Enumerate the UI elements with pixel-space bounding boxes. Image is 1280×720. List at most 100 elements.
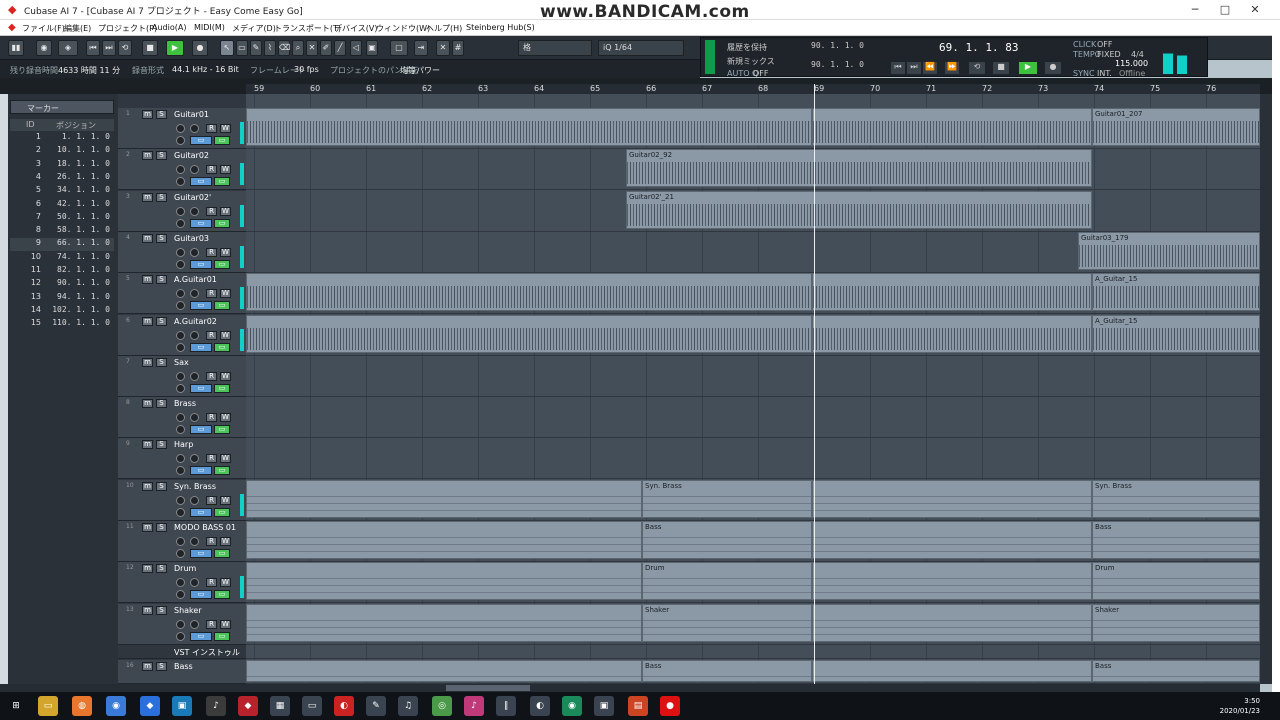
channel-button[interactable]: ▭	[214, 259, 230, 269]
read-automation-button[interactable]: R	[206, 454, 217, 464]
lane-button[interactable]: ▭	[190, 383, 212, 393]
audio-event[interactable]: A_Guitar_15	[1092, 314, 1260, 353]
edit-icon[interactable]	[176, 466, 185, 476]
midi-part[interactable]: Bass	[1092, 660, 1260, 682]
app-icon-10[interactable]: ◐	[334, 696, 354, 716]
audio-event[interactable]	[246, 314, 812, 353]
channel-button[interactable]: ▭	[214, 549, 230, 558]
audio-event[interactable]	[246, 108, 812, 146]
track-header[interactable]: 13 Shaker m S R W ▭ ▭	[118, 603, 246, 645]
transport-stop-button[interactable]: ■	[993, 62, 1009, 74]
goto-end-icon[interactable]: ⏭	[102, 40, 116, 56]
punch-out-position[interactable]: 90. 1. 1. 0	[811, 60, 864, 69]
midi-part[interactable]: Bass	[642, 660, 812, 682]
edit-icon[interactable]	[176, 383, 185, 393]
dropbox-icon[interactable]: ◆	[140, 696, 160, 716]
mute-button[interactable]: m	[142, 192, 153, 202]
record-enable-icon[interactable]	[176, 537, 185, 546]
mix-label[interactable]: 新規ミックス	[727, 56, 775, 67]
app-icon-16[interactable]: ◐	[530, 696, 550, 716]
cycle-toggle-icon[interactable]: ⟲	[969, 62, 985, 74]
mute-button[interactable]: m	[142, 605, 153, 615]
channel-button[interactable]: ▭	[214, 383, 230, 393]
monitor-icon[interactable]	[190, 619, 199, 629]
record-enable-icon[interactable]	[176, 413, 185, 423]
minimize-button[interactable]: ─	[1180, 0, 1210, 20]
read-automation-button[interactable]: R	[206, 619, 217, 629]
marker-header[interactable]: マーカー	[10, 100, 114, 114]
midi-part[interactable]	[812, 603, 1092, 642]
track-name[interactable]: Shaker	[174, 606, 202, 615]
erase-tool-icon[interactable]: ⌫	[278, 40, 290, 56]
midi-part[interactable]	[246, 479, 642, 518]
midi-part[interactable]: Drum	[1092, 562, 1260, 601]
automation-icon[interactable]: ◈	[58, 40, 78, 56]
sync-mode[interactable]: INT.	[1097, 69, 1112, 78]
monitor-icon[interactable]	[190, 206, 199, 216]
tempo-value[interactable]: 115.000	[1115, 59, 1148, 68]
channel-button[interactable]: ▭	[214, 177, 230, 187]
format-value[interactable]: 44.1 kHz - 16 Bit	[172, 65, 239, 74]
midi-part[interactable]: Drum	[642, 562, 812, 601]
edit-icon[interactable]	[176, 259, 185, 269]
click-state[interactable]: OFF	[1097, 40, 1113, 49]
solo-button[interactable]: S	[156, 192, 167, 202]
lane-button[interactable]: ▭	[190, 425, 212, 435]
write-automation-button[interactable]: W	[220, 206, 231, 216]
record-button[interactable]: ●	[192, 40, 208, 56]
track-header[interactable]: 4 Guitar03 m S R W ▭ ▭	[118, 231, 246, 273]
solo-button[interactable]: S	[156, 440, 167, 450]
rewind-icon[interactable]: ⏪	[923, 62, 937, 74]
marker-row[interactable]: 2 10. 1. 1. 0	[10, 145, 114, 158]
marker-row[interactable]: 9 66. 1. 1. 0	[10, 238, 114, 252]
channel-button[interactable]: ▭	[214, 590, 230, 600]
track-name[interactable]: Guitar01	[174, 110, 209, 119]
write-automation-button[interactable]: W	[220, 495, 231, 505]
channel-button[interactable]: ▭	[214, 301, 230, 311]
play-tool-icon[interactable]: ◁	[350, 40, 362, 56]
audio-event[interactable]	[812, 108, 1092, 146]
lane-button[interactable]: ▭	[190, 466, 212, 476]
record-enable-icon[interactable]	[176, 578, 185, 588]
read-automation-button[interactable]: R	[206, 206, 217, 216]
record-enable-icon[interactable]	[176, 454, 185, 464]
write-automation-button[interactable]: W	[220, 413, 231, 423]
scroll-thumb[interactable]	[446, 685, 530, 691]
system-clock[interactable]: 3:50 2020/01/23	[1220, 696, 1260, 716]
framerate-value[interactable]: 30 fps	[294, 65, 319, 74]
write-automation-button[interactable]: W	[220, 289, 231, 299]
marker-row[interactable]: 1 1. 1. 1. 0	[10, 132, 114, 145]
edit-icon[interactable]	[176, 425, 185, 435]
track-name[interactable]: Sax	[174, 358, 189, 367]
marker-row[interactable]: 7 50. 1. 1. 0	[10, 212, 114, 225]
grid-icon[interactable]: #	[452, 40, 464, 56]
midi-part[interactable]	[812, 562, 1092, 601]
midi-part[interactable]	[812, 660, 1092, 682]
solo-button[interactable]: S	[156, 523, 167, 532]
write-automation-button[interactable]: W	[220, 165, 231, 175]
track-lane[interactable]: Guitar02'_21	[246, 190, 1260, 232]
track-header[interactable]: 8 Brass m S R W ▭ ▭	[118, 397, 246, 439]
read-automation-button[interactable]: R	[206, 124, 217, 133]
app-icon-5[interactable]: ▣	[172, 696, 192, 716]
lane-button[interactable]: ▭	[190, 631, 212, 641]
mute-button[interactable]: m	[142, 151, 153, 161]
edit-icon[interactable]	[176, 177, 185, 187]
menu-file[interactable]: ファイル(F)	[22, 23, 65, 34]
record-enable-icon[interactable]	[176, 371, 185, 381]
marker-row[interactable]: 4 26. 1. 1. 0	[10, 172, 114, 185]
solo-button[interactable]: S	[156, 151, 167, 161]
draw-tool-icon[interactable]: ✐	[320, 40, 332, 56]
track-lane[interactable]: Drum Drum	[246, 562, 1260, 604]
windows-start-icon[interactable]: ⊞	[6, 696, 26, 716]
play-button[interactable]: ▶	[166, 40, 184, 56]
playhead-cursor[interactable]	[814, 84, 815, 684]
edit-icon[interactable]	[176, 549, 185, 558]
lane-button[interactable]: ▭	[190, 507, 212, 517]
track-lane[interactable]: Syn. Brass Syn. Brass	[246, 479, 1260, 521]
read-automation-button[interactable]: R	[206, 371, 217, 381]
color-tool-icon[interactable]: ▣	[366, 40, 378, 56]
settings-icon[interactable]: ◉	[36, 40, 52, 56]
edit-icon[interactable]	[176, 342, 185, 352]
app-icon-12[interactable]: ♫	[398, 696, 418, 716]
